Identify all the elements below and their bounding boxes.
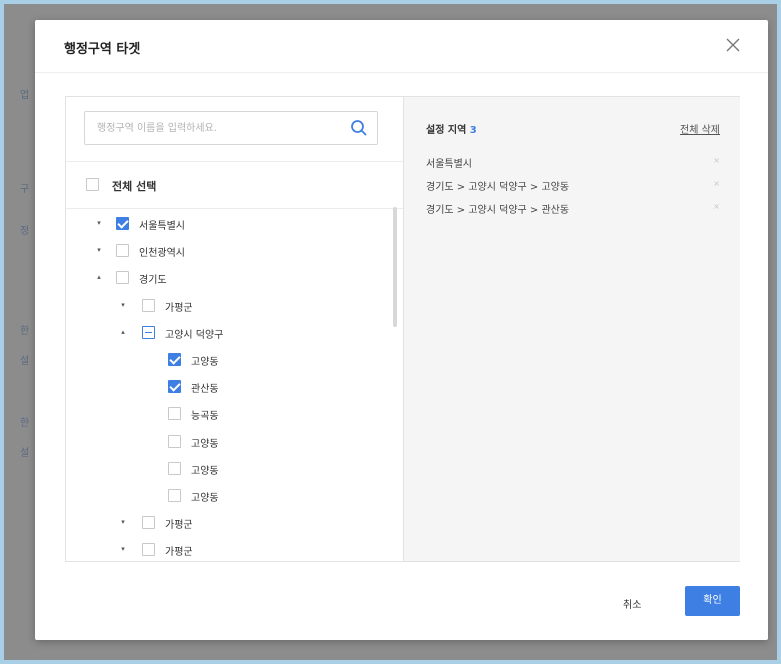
tree-scrollbar[interactable] — [393, 207, 397, 327]
tree-row[interactable]: ▾ 가평군 — [66, 514, 386, 532]
expand-caret-icon[interactable]: ▾ — [118, 517, 128, 527]
tree-checkbox[interactable] — [142, 516, 155, 530]
close-icon[interactable] — [722, 34, 744, 56]
tree-row[interactable]: 관산동 — [66, 378, 386, 396]
tree-label: 가평군 — [165, 547, 193, 559]
region-target-modal: 행정구역 타겟 전체 선택 ▾ 서울특별시 ▾ 인천광역시 ▴ 경기도 ▾ 가평군 ▴ 고양시 덕… — [35, 20, 768, 640]
tree-row[interactable]: ▾ 인천광역시 — [66, 242, 386, 260]
expand-caret-icon[interactable]: ▾ — [94, 245, 104, 255]
collapse-caret-icon[interactable]: ▴ — [94, 272, 104, 282]
background-fragment: 한 — [20, 326, 30, 337]
tree-checkbox[interactable] — [168, 353, 181, 366]
tree-checkbox[interactable] — [116, 244, 129, 258]
expand-caret-icon[interactable]: ▾ — [94, 218, 104, 228]
clear-all-link[interactable]: 전체 삭제 — [680, 121, 720, 136]
tree-label: 능곡동 — [191, 411, 219, 423]
tree-label: 가평군 — [165, 520, 193, 532]
selected-heading-label: 설정 지역 — [426, 125, 467, 136]
tree-row[interactable]: 고양동 — [66, 487, 386, 505]
tree-label: 고양시 덕양구 — [165, 329, 224, 341]
tree-row[interactable]: ▴ 경기도 — [66, 269, 386, 287]
cancel-button[interactable]: 취소 — [623, 596, 641, 611]
tree-label: 고양동 — [191, 357, 219, 368]
selected-item: 경기도 > 고양시 덕양구 > 관산동 — [426, 205, 570, 216]
background-fragment: 구 — [20, 184, 30, 195]
tree-label: 고양동 — [191, 465, 219, 477]
select-all-checkbox[interactable] — [86, 178, 99, 191]
region-picker-panel: 전체 선택 ▾서울특별시▾인천광역시▴경기도▾가평군▴고양시 덕양구고양동관산동… — [65, 96, 740, 562]
selected-regions-pane: 설정 지역 3 전체 삭제 서울특별시 × 경기도 > 고양시 덕양구 > 고양… — [404, 97, 740, 561]
tree-row[interactable]: ▾ 가평군 — [66, 541, 386, 559]
selected-item: 경기도 > 고양시 덕양구 > 고양동 — [426, 182, 570, 193]
tree-row[interactable]: 고양동 — [66, 460, 386, 478]
collapse-caret-icon[interactable]: ▴ — [118, 327, 128, 337]
tree-checkbox[interactable] — [142, 298, 155, 312]
remove-item-icon[interactable]: × — [713, 156, 720, 165]
background-fragment: 설 — [20, 356, 30, 367]
tree-checkbox[interactable] — [116, 271, 129, 285]
tree-row[interactable]: 고양동 — [66, 351, 386, 369]
modal-title: 행정구역 타겟 — [64, 42, 141, 57]
select-all-label: 전체 선택 — [112, 180, 157, 193]
tree-label: 인천광역시 — [139, 248, 185, 260]
selected-heading: 설정 지역 3 — [426, 121, 477, 136]
search-box — [84, 111, 378, 145]
tree-checkbox[interactable] — [116, 217, 129, 230]
background-fragment: 업 — [20, 90, 30, 101]
tree-checkbox[interactable] — [168, 434, 181, 448]
background-fragment: 설 — [20, 448, 30, 459]
remove-item-icon[interactable]: × — [713, 202, 720, 211]
tree-label: 고양동 — [191, 493, 219, 504]
tree-row[interactable]: ▴ 고양시 덕양구 — [66, 324, 386, 342]
tree-checkbox[interactable] — [168, 489, 181, 502]
tree-label: 고양동 — [191, 438, 219, 450]
tree-row[interactable]: ▾ 가평군 — [66, 297, 386, 315]
remove-item-icon[interactable]: × — [713, 179, 720, 188]
region-tree-pane: 전체 선택 ▾서울특별시▾인천광역시▴경기도▾가평군▴고양시 덕양구고양동관산동… — [66, 97, 404, 561]
selected-item: 서울특별시 — [426, 159, 472, 170]
tree-checkbox[interactable] — [142, 543, 155, 557]
tree-label: 서울특별시 — [139, 221, 185, 232]
tree-row[interactable]: 능곡동 — [66, 405, 386, 423]
tree-checkbox[interactable] — [168, 407, 181, 421]
background-fragment: 한 — [20, 418, 30, 429]
select-all-row[interactable]: 전체 선택 — [66, 161, 403, 209]
search-input[interactable] — [85, 112, 369, 144]
tree-row[interactable]: 고양동 — [66, 433, 386, 451]
background-fragment: 정 — [20, 226, 30, 237]
tree-label: 경기도 — [139, 275, 167, 287]
tree-checkbox[interactable] — [142, 325, 155, 339]
confirm-button[interactable]: 확인 — [685, 586, 740, 616]
tree-label: 가평군 — [165, 302, 193, 314]
expand-caret-icon[interactable]: ▾ — [118, 544, 128, 554]
tree-checkbox[interactable] — [168, 380, 181, 394]
modal-header: 행정구역 타겟 — [35, 20, 768, 73]
tree-checkbox[interactable] — [168, 461, 181, 475]
search-icon[interactable] — [349, 118, 369, 138]
tree-row[interactable]: ▾ 서울특별시 — [66, 215, 386, 233]
expand-caret-icon[interactable]: ▾ — [118, 300, 128, 310]
tree-label: 관산동 — [191, 384, 219, 396]
selected-count: 3 — [469, 125, 477, 136]
